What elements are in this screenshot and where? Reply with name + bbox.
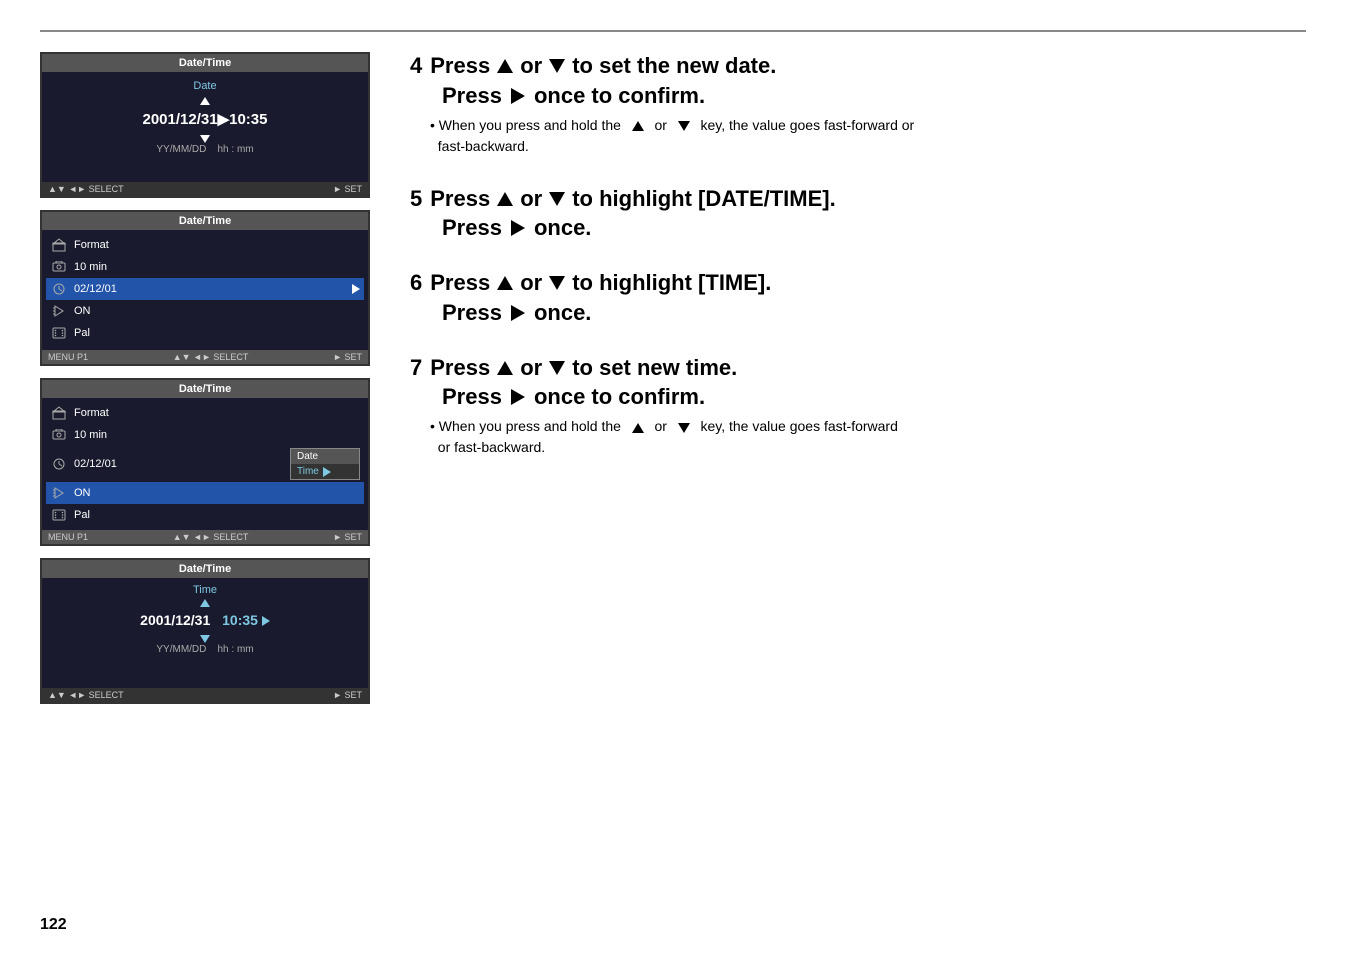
step7-bullet-tri-up bbox=[632, 423, 644, 433]
step4-triangle-right bbox=[511, 88, 525, 104]
page-layout: Date/Time Date 2001/12/31▶10:35 YY/MM/DD… bbox=[40, 52, 1306, 704]
step4-bullet-tri-down bbox=[678, 121, 690, 131]
step4-triangle-down bbox=[549, 59, 565, 73]
menu2-row-1: Format bbox=[46, 234, 364, 256]
screen4-bottom: ▲▼ ◄► SELECT ► SET bbox=[42, 688, 368, 702]
screen4-arrow-down bbox=[50, 632, 360, 644]
screen-4: Date/Time Time 2001/12/31 10:35 YY/MM/DD… bbox=[40, 558, 370, 704]
step6-subheading: Press once. bbox=[442, 300, 1306, 326]
menu3-icon-5 bbox=[50, 506, 68, 524]
step4-subheading: Press once to confirm. bbox=[442, 83, 1306, 109]
submenu-time: Time bbox=[291, 464, 359, 479]
submenu-date: Date bbox=[291, 449, 359, 464]
screen1-date: 2001/12/31▶10:35 bbox=[50, 110, 360, 128]
step6-triangle-right bbox=[511, 305, 525, 321]
page-number: 122 bbox=[40, 916, 67, 934]
menu2-icon-3 bbox=[50, 280, 68, 298]
screen-3: Date/Time Format 10 min 02/12/01 Date T bbox=[40, 378, 370, 546]
screen4-format: YY/MM/DD hh : mm bbox=[50, 644, 360, 655]
menu2-row-4: ON bbox=[46, 300, 364, 322]
submenu-panel: Date Time bbox=[290, 448, 360, 480]
menu2-icon-2 bbox=[50, 258, 68, 276]
menu3-icon-4 bbox=[50, 484, 68, 502]
step7-subheading: Press once to confirm. bbox=[442, 384, 1306, 410]
step-4-block: 4 Press or to set the new date. Press on… bbox=[410, 52, 1306, 157]
step4-bullet-tri-up bbox=[632, 121, 644, 131]
menu3-row-5: Pal bbox=[46, 504, 364, 526]
step4-bullet: • When you press and hold the or key, th… bbox=[430, 115, 1306, 157]
screen4-title: Date/Time bbox=[42, 560, 368, 578]
step4-triangle-up bbox=[497, 59, 513, 73]
screen-2: Date/Time Format 10 min 02/12/01 ON bbox=[40, 210, 370, 366]
screen4-date-row: 2001/12/31 10:35 bbox=[50, 612, 360, 628]
step6-triangle-down bbox=[549, 276, 565, 290]
top-divider bbox=[40, 30, 1306, 32]
step5-triangle-down bbox=[549, 192, 565, 206]
screen4-body: Time 2001/12/31 10:35 YY/MM/DD hh : mm bbox=[42, 578, 368, 688]
step5-heading: 5 Press or to highlight [DATE/TIME]. bbox=[410, 185, 1306, 214]
left-column: Date/Time Date 2001/12/31▶10:35 YY/MM/DD… bbox=[40, 52, 380, 704]
menu2-row-5: Pal bbox=[46, 322, 364, 344]
step6-heading: 6 Press or to highlight [TIME]. bbox=[410, 269, 1306, 298]
step5-triangle-right bbox=[511, 220, 525, 236]
right-column: 4 Press or to set the new date. Press on… bbox=[410, 52, 1306, 486]
menu3-icon-2 bbox=[50, 426, 68, 444]
screen1-bottom: ▲▼ ◄► SELECT ► SET bbox=[42, 182, 368, 196]
menu3-icon-1 bbox=[50, 404, 68, 422]
screen1-title: Date/Time bbox=[42, 54, 368, 72]
step5-triangle-up bbox=[497, 192, 513, 206]
menu3-icon-3 bbox=[50, 455, 68, 473]
step7-triangle-up bbox=[497, 361, 513, 375]
screen4-arrow-up bbox=[50, 596, 360, 608]
screen3-title: Date/Time bbox=[42, 380, 368, 398]
step-5-block: 5 Press or to highlight [DATE/TIME]. Pre… bbox=[410, 185, 1306, 242]
screen4-subtitle: Time bbox=[50, 584, 360, 596]
screen2-title: Date/Time bbox=[42, 212, 368, 230]
step-6-block: 6 Press or to highlight [TIME]. Press on… bbox=[410, 269, 1306, 326]
step7-triangle-right bbox=[511, 389, 525, 405]
step7-heading: 7 Press or to set new time. bbox=[410, 354, 1306, 383]
menu3-row-2: 10 min bbox=[46, 424, 364, 446]
menu3-row-1: Format bbox=[46, 402, 364, 424]
step4-heading: 4 Press or to set the new date. bbox=[410, 52, 1306, 81]
screen1-arrow-down bbox=[50, 132, 360, 144]
screen2-body: Format 10 min 02/12/01 ON Pal bbox=[42, 230, 368, 350]
screen1-format: YY/MM/DD hh : mm bbox=[50, 144, 360, 155]
menu3-row-4: ON bbox=[46, 482, 364, 504]
screen1-arrow-up bbox=[50, 94, 360, 106]
screen3-bottom: MENU P1 ▲▼ ◄► SELECT ► SET bbox=[42, 530, 368, 544]
screen1-subtitle: Date bbox=[50, 78, 360, 94]
screen2-bottom: MENU P1 ▲▼ ◄► SELECT ► SET bbox=[42, 350, 368, 364]
step7-bullet-tri-down bbox=[678, 423, 690, 433]
menu2-icon-4 bbox=[50, 302, 68, 320]
step6-triangle-up bbox=[497, 276, 513, 290]
screen1-body: Date 2001/12/31▶10:35 YY/MM/DD hh : mm bbox=[42, 72, 368, 182]
step5-subheading: Press once. bbox=[442, 215, 1306, 241]
menu2-icon-5 bbox=[50, 324, 68, 342]
step7-triangle-down bbox=[549, 361, 565, 375]
step-7-block: 7 Press or to set new time. Press once t… bbox=[410, 354, 1306, 459]
step7-bullet: • When you press and hold the or key, th… bbox=[430, 416, 1306, 458]
menu3-row-3: 02/12/01 Date Time bbox=[46, 446, 364, 482]
screen3-body: Format 10 min 02/12/01 Date Time bbox=[42, 398, 368, 530]
menu2-icon-1 bbox=[50, 236, 68, 254]
menu2-row-3: 02/12/01 bbox=[46, 278, 364, 300]
menu2-row-2: 10 min bbox=[46, 256, 364, 278]
screen-1: Date/Time Date 2001/12/31▶10:35 YY/MM/DD… bbox=[40, 52, 370, 198]
